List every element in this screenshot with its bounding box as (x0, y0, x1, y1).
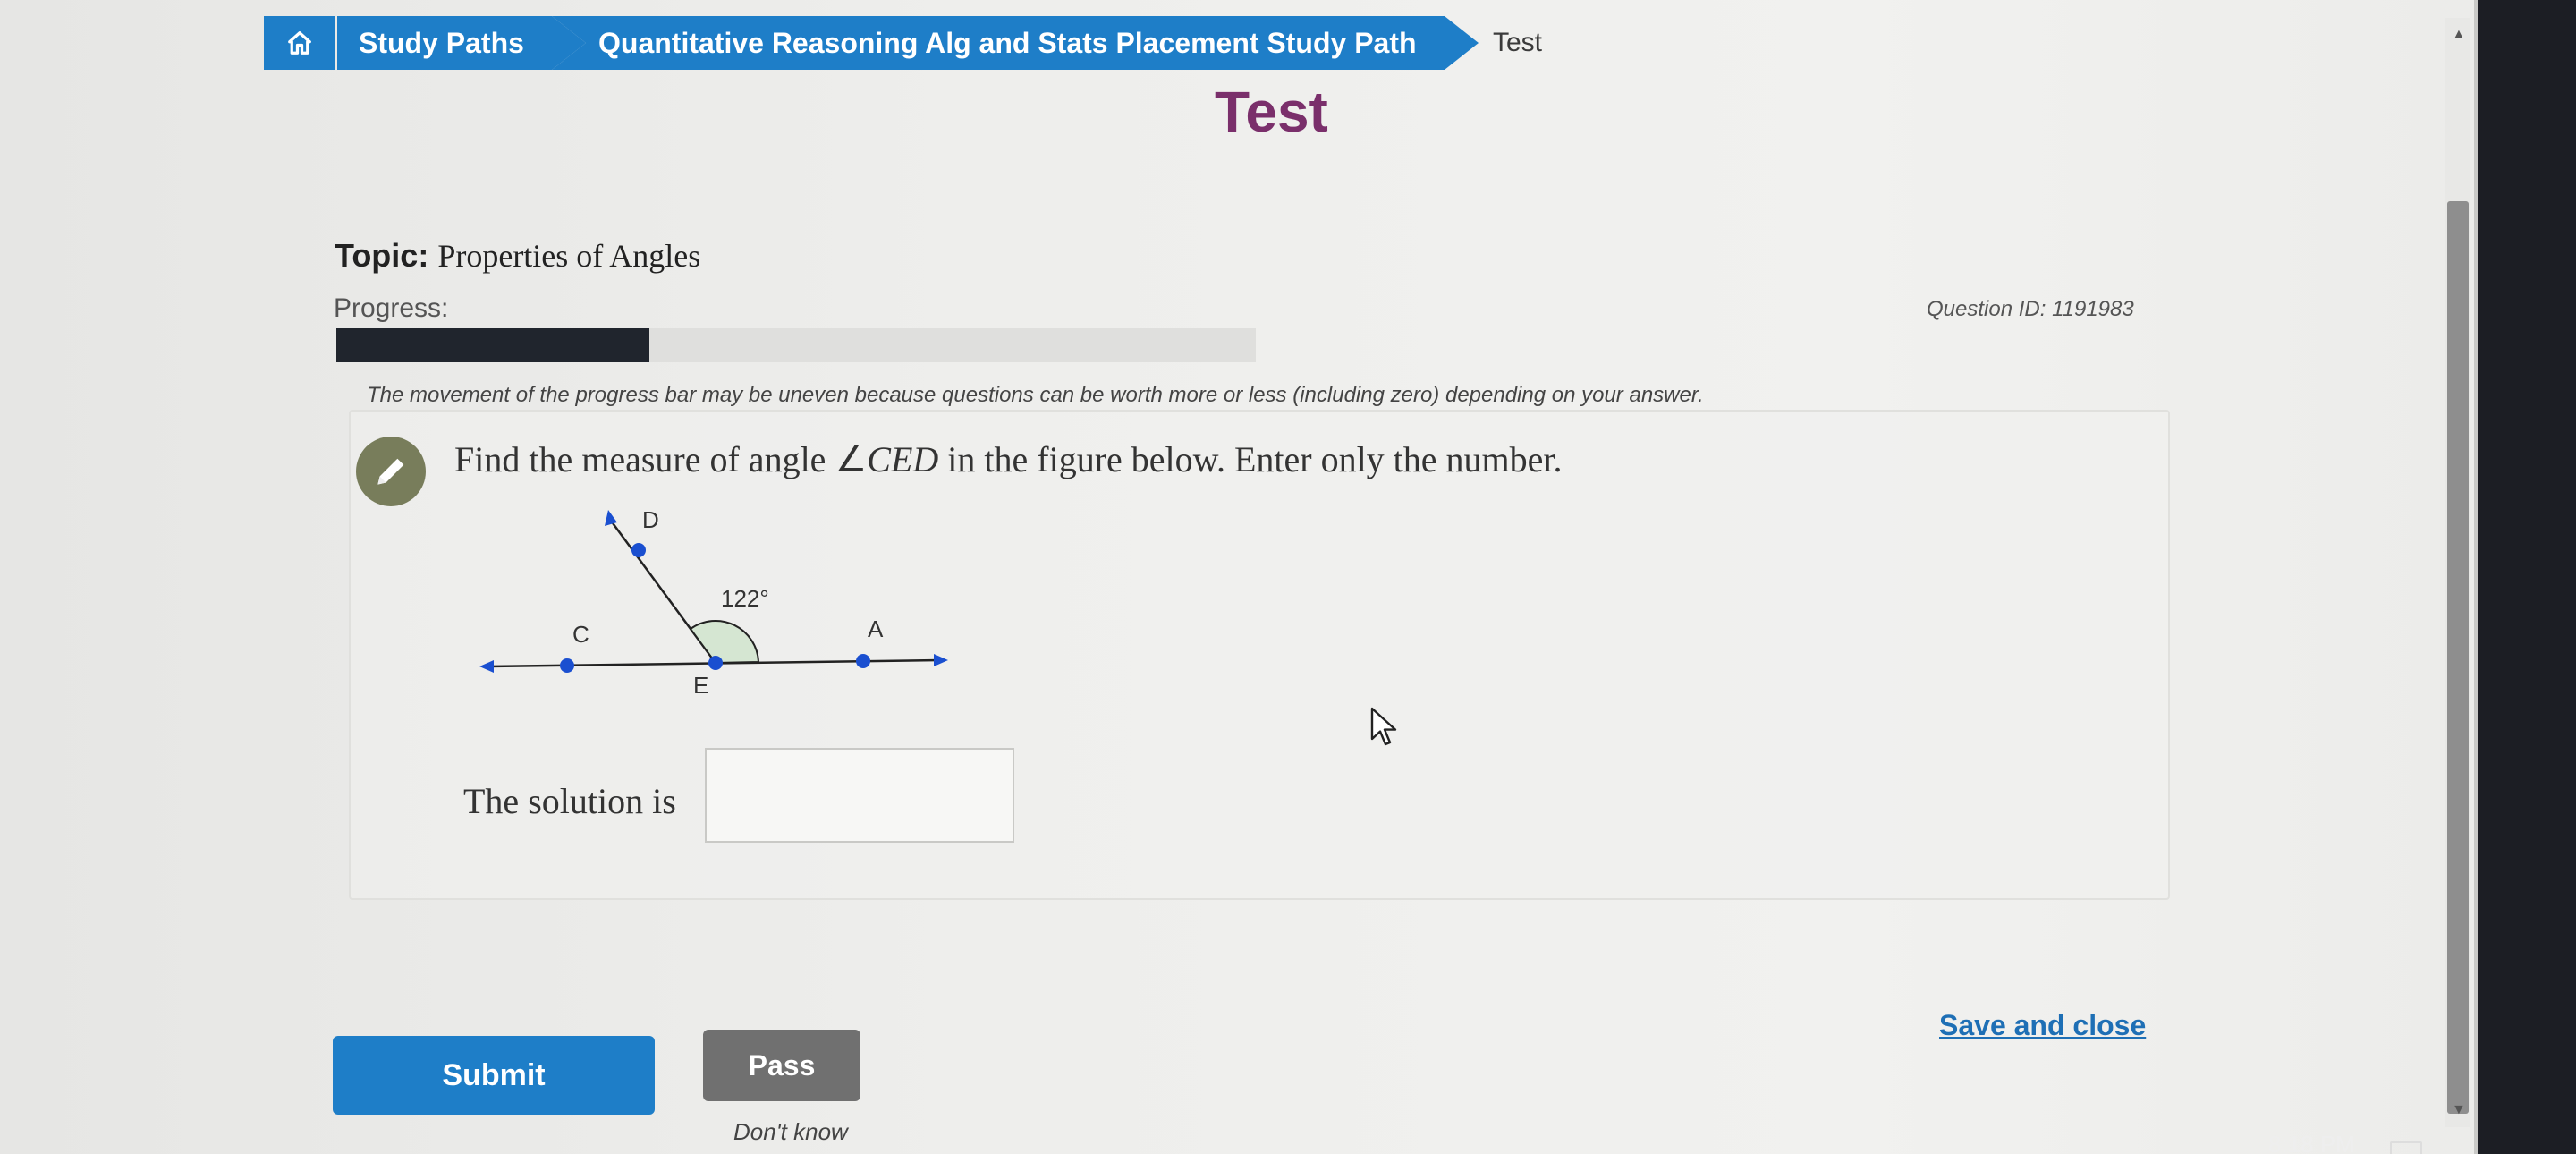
dont-know-label: Don't know (733, 1118, 848, 1145)
topic-line: Topic: Properties of Angles (335, 237, 700, 275)
label-e: E (693, 672, 708, 699)
point-e (708, 656, 723, 670)
label-a: A (868, 615, 884, 642)
arrowhead-d (605, 510, 617, 526)
breadcrumb-home[interactable] (264, 16, 337, 70)
angle-arc (689, 619, 760, 665)
solution-input[interactable] (705, 748, 1014, 843)
question-angle: CED (867, 439, 939, 479)
breadcrumb-separator (1445, 16, 1479, 70)
arrowhead-left (479, 660, 494, 673)
angle-measure-label: 122° (721, 585, 769, 612)
progress-label: Progress: (334, 293, 449, 323)
label-d: D (642, 506, 659, 533)
solution-label: The solution is (463, 781, 676, 821)
question-id: Question ID: 1191983 (1927, 297, 2134, 321)
breadcrumb-study-paths-label: Study Paths (359, 26, 524, 59)
progress-bar-fill (336, 328, 649, 362)
question-badge (356, 437, 426, 506)
arrowhead-right (934, 654, 948, 666)
topic-value: Properties of Angles (437, 238, 701, 274)
submit-button[interactable]: Submit (333, 1036, 655, 1115)
pass-button[interactable]: Pass (703, 1030, 860, 1101)
breadcrumb-study-paths[interactable]: Study Paths (337, 16, 586, 70)
breadcrumb-study-path-label: Quantitative Reasoning Alg and Stats Pla… (598, 26, 1417, 59)
pencil-icon (377, 458, 404, 485)
mouse-cursor-icon (1370, 707, 1397, 746)
scroll-down-icon[interactable]: ▼ (2452, 1102, 2466, 1118)
scroll-up-icon[interactable]: ▲ (2452, 27, 2466, 43)
angle-figure: D C E A 122° (479, 506, 948, 699)
question-prefix: Find the measure of angle ∠ (454, 439, 868, 479)
save-and-close-link[interactable]: Save and close (1939, 1009, 2146, 1042)
label-c: C (572, 621, 589, 648)
progress-bar (336, 328, 1256, 362)
scrollbar-thumb[interactable] (2447, 201, 2469, 1114)
point-a (856, 654, 870, 668)
progress-note: The movement of the progress bar may be … (367, 383, 1704, 407)
question-suffix: in the figure below. Enter only the numb… (938, 439, 1563, 479)
point-c (560, 658, 574, 673)
topic-label: Topic: (335, 237, 429, 274)
breadcrumb-current: Test (1493, 28, 1543, 57)
point-d (631, 543, 646, 557)
breadcrumb-separator (552, 16, 586, 70)
breadcrumb-study-path[interactable]: Quantitative Reasoning Alg and Stats Pla… (552, 16, 1479, 70)
vertical-scrollbar[interactable]: ▲ ▼ (2445, 18, 2470, 1127)
taskbar-clock: 8:18 PM (2268, 1131, 2355, 1154)
question-prompt: Find the measure of angle ∠CED in the fi… (454, 438, 1563, 480)
browser-screen: Study Paths Quantitative Reasoning Alg a… (0, 0, 2478, 1154)
breadcrumb: Study Paths Quantitative Reasoning Alg a… (264, 16, 1542, 70)
page-title: Test (1215, 80, 1328, 144)
notification-icon[interactable] (2390, 1141, 2422, 1154)
home-icon (287, 31, 311, 55)
